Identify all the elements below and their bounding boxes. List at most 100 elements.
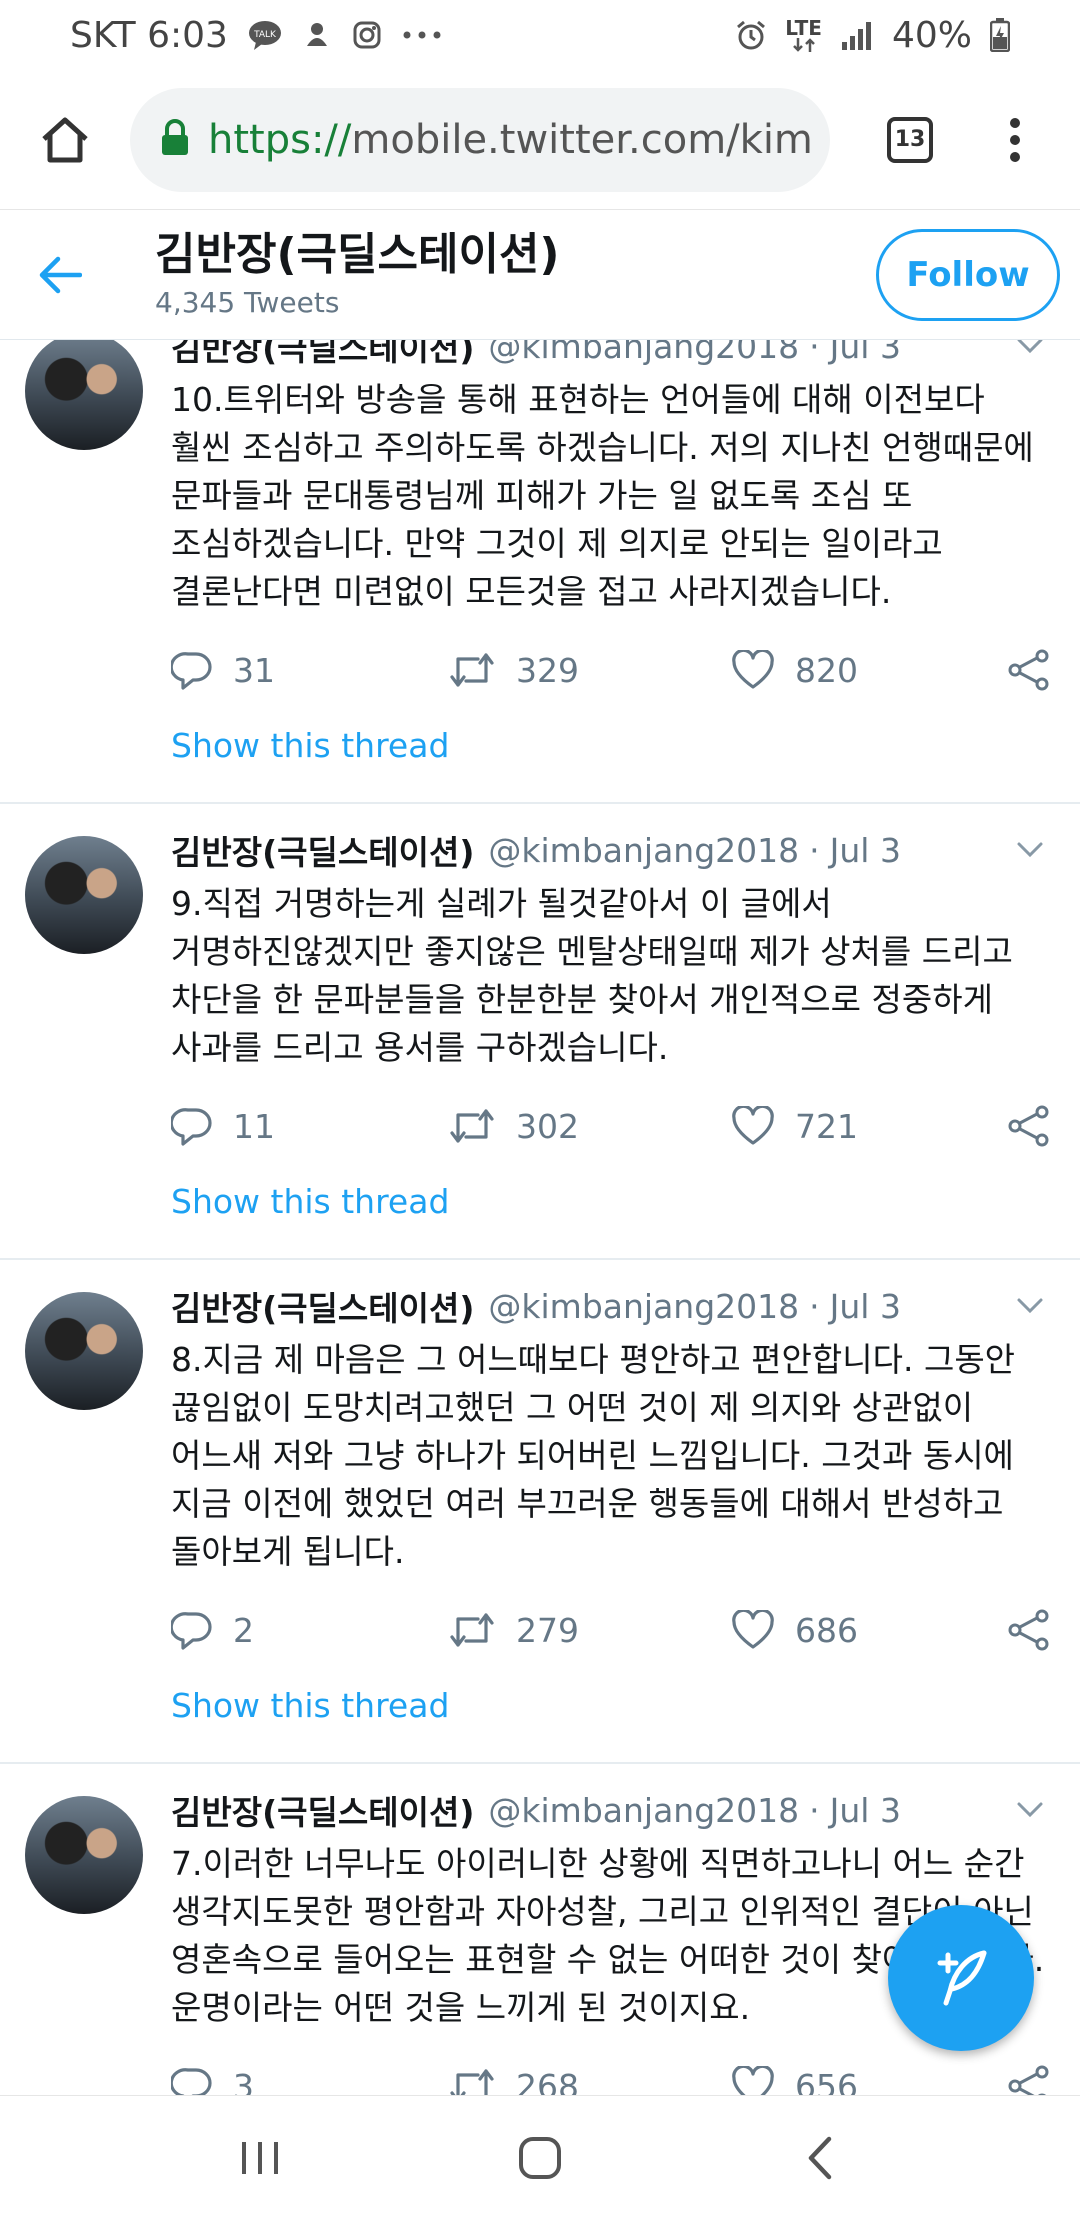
retweet-button[interactable]: 302 — [448, 1107, 731, 1146]
like-button[interactable]: 721 — [731, 1106, 1008, 1146]
lte-icon: LTE — [785, 18, 822, 52]
compose-feather-icon — [937, 1950, 987, 2006]
reply-button[interactable]: 11 — [171, 1106, 448, 1146]
url-text: mobile.twitter.com/kim — [351, 116, 813, 163]
share-icon — [1008, 649, 1049, 691]
reply-icon — [171, 1108, 212, 1146]
share-button[interactable] — [1008, 1105, 1050, 1147]
avatar[interactable] — [25, 1796, 143, 1914]
tweet-date[interactable]: Jul 3 — [830, 340, 901, 366]
retweet-icon — [450, 2069, 494, 2095]
profile-name: 김반장(극딜스테이션) — [155, 228, 560, 280]
recents-icon — [242, 2142, 278, 2174]
avatar[interactable] — [25, 1292, 143, 1410]
reply-icon — [171, 652, 212, 690]
chevron-down-icon[interactable] — [1010, 340, 1050, 366]
tweet-count: 4,345 Tweets — [155, 286, 340, 320]
recents-button[interactable] — [215, 2113, 305, 2203]
reply-button[interactable]: 2 — [171, 1610, 448, 1650]
share-icon — [1008, 1105, 1049, 1147]
tweet-date[interactable]: Jul 3 — [830, 1791, 901, 1830]
like-count: 686 — [794, 1610, 858, 1650]
chevron-down-icon[interactable] — [1010, 1790, 1050, 1830]
tweet[interactable]: 김반장(극딜스테이션) @kimbanjang2018 · Jul 3 10.트… — [0, 340, 1080, 804]
retweet-count: 329 — [516, 650, 579, 690]
tweet-text: 9.직접 거명하는게 실례가 될것같아서 이 글에서 거명하진않겠지만 좋지않은… — [171, 884, 1013, 1067]
tweet-author-handle: @kimbanjang2018 — [488, 830, 800, 870]
show-thread-link[interactable]: Show this thread — [171, 1182, 1050, 1230]
tweet-feed[interactable]: 김반장(극딜스테이션) @kimbanjang2018 · Jul 3 10.트… — [0, 340, 1080, 2095]
tweet-date[interactable]: Jul 3 — [830, 1287, 901, 1326]
url-bar[interactable]: https://mobile.twitter.com/kim — [130, 87, 830, 192]
separator-dot: · — [809, 830, 820, 870]
svg-text:TALK: TALK — [253, 30, 277, 40]
avatar[interactable] — [25, 836, 143, 954]
like-count: 820 — [794, 650, 858, 690]
retweet-button[interactable]: 329 — [448, 651, 731, 690]
like-icon — [732, 650, 774, 689]
tweet-author-handle: @kimbanjang2018 — [488, 1286, 800, 1326]
battery-percent: 40% — [891, 14, 972, 56]
retweet-button[interactable]: 279 — [448, 1611, 731, 1650]
share-button[interactable] — [1008, 649, 1050, 691]
show-thread-link[interactable]: Show this thread — [171, 1686, 1050, 1734]
back-nav-icon — [808, 2136, 832, 2180]
chevron-down-icon[interactable] — [1010, 1286, 1050, 1326]
tweet-author-name[interactable]: 김반장(극딜스테이션) — [171, 1786, 474, 1834]
avatar[interactable] — [25, 340, 143, 450]
retweet-icon — [450, 653, 494, 687]
follow-button[interactable]: Follow — [876, 228, 1060, 321]
back-nav-button[interactable] — [775, 2113, 865, 2203]
tweet-author-name[interactable]: 김반장(극딜스테이션) — [171, 1282, 474, 1330]
like-count: 656 — [794, 2066, 858, 2096]
like-count: 721 — [794, 1106, 858, 1146]
status-bar: SKT 6:03 TALK LTE 40% — [0, 0, 1080, 70]
like-button[interactable]: 656 — [731, 2066, 1008, 2095]
reply-count: 3 — [233, 2066, 254, 2096]
home-nav-icon — [519, 2137, 561, 2179]
compose-tweet-button[interactable] — [888, 1905, 1034, 2051]
share-button[interactable] — [1008, 2065, 1050, 2095]
home-icon — [42, 117, 88, 162]
show-thread-link[interactable]: Show this thread — [171, 726, 1050, 774]
tweet[interactable]: 김반장(극딜스테이션) @kimbanjang2018 · Jul 3 9.직접… — [0, 804, 1080, 1260]
reply-count: 11 — [233, 1106, 275, 1146]
retweet-icon — [450, 1613, 494, 1647]
talk-icon: TALK — [248, 20, 282, 50]
browser-menu-button[interactable] — [980, 105, 1050, 175]
retweet-count: 279 — [516, 1610, 579, 1650]
back-arrow-icon — [39, 256, 82, 293]
signal-icon — [840, 20, 874, 50]
home-nav-button[interactable] — [495, 2113, 585, 2203]
retweet-button[interactable]: 268 — [448, 2067, 731, 2095]
tweet[interactable]: 김반장(극딜스테이션) @kimbanjang2018 · Jul 3 8.지금… — [0, 1260, 1080, 1764]
reply-count: 2 — [233, 1610, 254, 1650]
profile-header: 김반장(극딜스테이션) 4,345 Tweets Follow — [0, 210, 1080, 340]
home-button[interactable] — [30, 105, 100, 175]
like-button[interactable]: 820 — [731, 650, 1008, 690]
chevron-down-icon[interactable] — [1010, 830, 1050, 870]
menu-dot — [1010, 134, 1020, 145]
like-button[interactable]: 686 — [731, 1610, 1008, 1650]
tab-switcher-button[interactable]: 13 — [875, 105, 945, 175]
reply-icon — [171, 2068, 212, 2095]
tweet-date[interactable]: Jul 3 — [830, 831, 901, 870]
tweet-author-name[interactable]: 김반장(극딜스테이션) — [171, 826, 474, 874]
url-scheme: https:// — [208, 116, 352, 163]
notification-icon — [302, 20, 332, 50]
menu-dot — [1010, 151, 1020, 162]
separator-dot: · — [809, 1286, 820, 1326]
instagram-icon — [352, 20, 382, 50]
reply-button[interactable]: 3 — [171, 2066, 448, 2095]
tweet-author-name[interactable]: 김반장(극딜스테이션) — [171, 340, 474, 370]
battery-icon — [990, 18, 1010, 52]
share-button[interactable] — [1008, 1609, 1050, 1651]
tweet-text: 8.지금 제 마음은 그 어느때보다 평안하고 편안합니다. 그동안 끊임없이 … — [171, 1340, 1016, 1571]
retweet-count: 302 — [516, 1106, 579, 1146]
lock-icon — [160, 118, 190, 161]
separator-dot: · — [809, 340, 820, 366]
like-icon — [732, 2066, 774, 2095]
reply-button[interactable]: 31 — [171, 650, 448, 690]
back-button[interactable] — [30, 245, 90, 305]
more-icon — [402, 30, 442, 40]
